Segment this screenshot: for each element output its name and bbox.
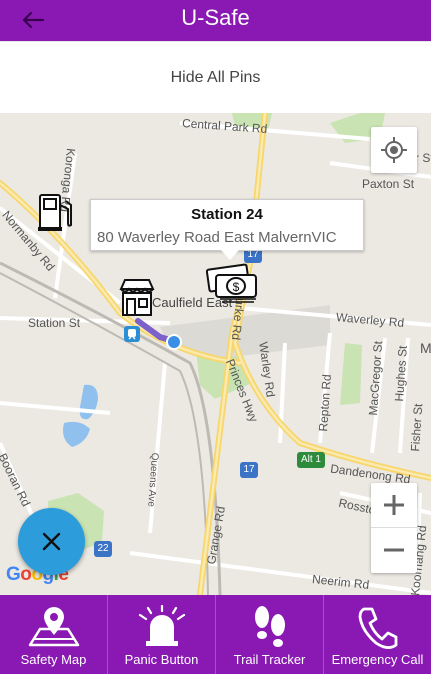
my-location-button[interactable]: [371, 127, 417, 173]
street-label: M: [420, 340, 431, 356]
svg-text:$: $: [233, 280, 240, 294]
bottom-navigation: Safety Map Panic Button Trail Tracker Em…: [0, 595, 431, 674]
zoom-controls: [371, 483, 417, 573]
atm-pin[interactable]: $: [205, 263, 260, 308]
street-label: Paxton St: [362, 177, 415, 191]
close-fab-button[interactable]: [18, 508, 85, 575]
nav-label: Trail Tracker: [233, 652, 306, 667]
app-title: U-Safe: [181, 5, 250, 30]
cash-stack-icon: $: [205, 263, 257, 303]
plus-icon: [384, 495, 404, 515]
nav-safety-map[interactable]: Safety Map: [0, 595, 108, 674]
fuel-pump-icon: [38, 194, 72, 231]
hide-all-pins-button[interactable]: Hide All Pins: [0, 69, 431, 87]
gas-station-pin[interactable]: [36, 191, 76, 238]
callout-address: 80 Waverley Road East MalvernVIC: [97, 229, 337, 246]
callout-title: Station 24: [191, 206, 263, 223]
crosshair-icon: [381, 137, 407, 163]
alarm-bell-icon: [138, 605, 185, 646]
station-pin[interactable]: [116, 277, 158, 324]
train-station-marker[interactable]: [124, 326, 140, 347]
street-label: Station St: [28, 316, 81, 330]
map-pin-icon: [28, 607, 79, 647]
pins-toolbar: Hide All Pins: [0, 41, 431, 113]
nav-label: Panic Button: [124, 652, 199, 667]
nav-label: Safety Map: [20, 652, 87, 667]
nav-trail-tracker[interactable]: Trail Tracker: [216, 595, 324, 674]
footprints-icon: [254, 606, 285, 647]
nav-label: Emergency Call: [331, 652, 424, 667]
route-shield: 22: [94, 541, 112, 557]
train-icon: [124, 326, 140, 342]
route-shield: 17: [240, 462, 258, 478]
phone-icon: [358, 607, 397, 649]
storefront-icon: [119, 279, 155, 316]
station-info-window[interactable]: Station 24 80 Waverley Road East Malvern…: [90, 199, 364, 260]
app-bar: U-Safe: [0, 0, 431, 41]
nav-panic-button[interactable]: Panic Button: [108, 595, 216, 674]
minus-icon: [384, 548, 404, 552]
nav-emergency-call[interactable]: Emergency Call: [324, 595, 431, 674]
map-view[interactable]: Central Park Rd Bruner St Paxton St Norm…: [0, 113, 431, 595]
zoom-in-button[interactable]: [371, 483, 417, 528]
route-shield: Alt 1: [297, 452, 325, 468]
close-icon: [42, 532, 61, 551]
callout-pointer: [221, 250, 239, 260]
zoom-out-button[interactable]: [371, 528, 417, 573]
